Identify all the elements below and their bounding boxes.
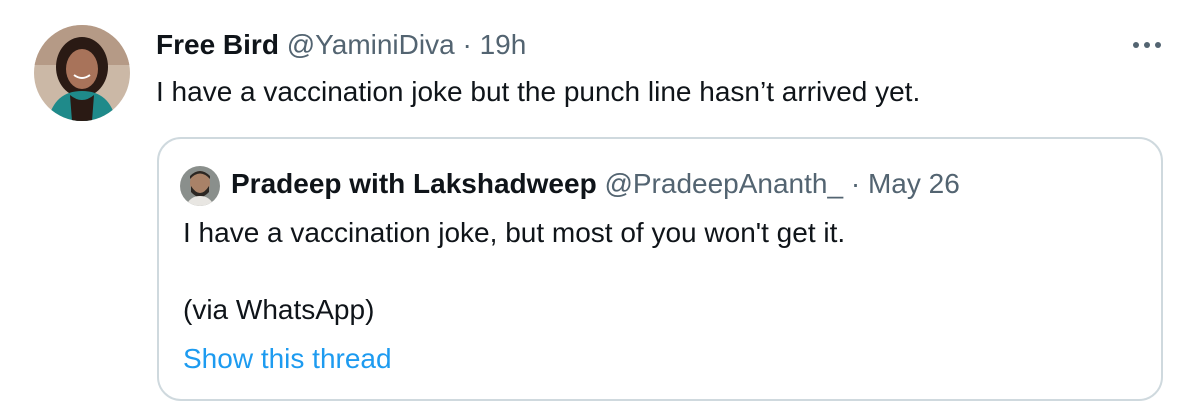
quoted-tweet[interactable]: Pradeep with Lakshadweep @PradeepAnanth_… [157, 137, 1163, 401]
show-thread-link[interactable]: Show this thread [183, 341, 392, 377]
quoted-author-name[interactable]: Pradeep with Lakshadweep [231, 168, 597, 199]
tweet-header: Free Bird @YaminiDiva · 19h [156, 28, 526, 62]
quoted-header: Pradeep with Lakshadweep @PradeepAnanth_… [231, 166, 960, 202]
quoted-author-handle[interactable]: @PradeepAnanth_ [604, 168, 843, 199]
author-name[interactable]: Free Bird [156, 29, 279, 60]
author-handle[interactable]: @YaminiDiva [287, 29, 455, 60]
quoted-date[interactable]: May 26 [868, 168, 960, 199]
tweet-time[interactable]: 19h [480, 29, 527, 60]
tweet[interactable]: Free Bird @YaminiDiva · 19h I have a vac… [0, 0, 1200, 413]
more-dot [1144, 42, 1150, 48]
more-dot [1155, 42, 1161, 48]
more-horizontal-icon[interactable] [1126, 30, 1168, 60]
quoted-avatar[interactable] [180, 166, 220, 206]
quoted-avatar-image [180, 166, 220, 206]
quoted-header-separator: · [850, 168, 861, 199]
quoted-text-line1: I have a vaccination joke, but most of y… [183, 217, 846, 248]
avatar[interactable] [34, 25, 130, 121]
tweet-text: I have a vaccination joke but the punch … [156, 76, 921, 107]
more-dot [1133, 42, 1139, 48]
header-separator: · [462, 29, 472, 60]
avatar-image [34, 25, 130, 121]
quoted-text-line2: (via WhatsApp) [183, 294, 375, 325]
